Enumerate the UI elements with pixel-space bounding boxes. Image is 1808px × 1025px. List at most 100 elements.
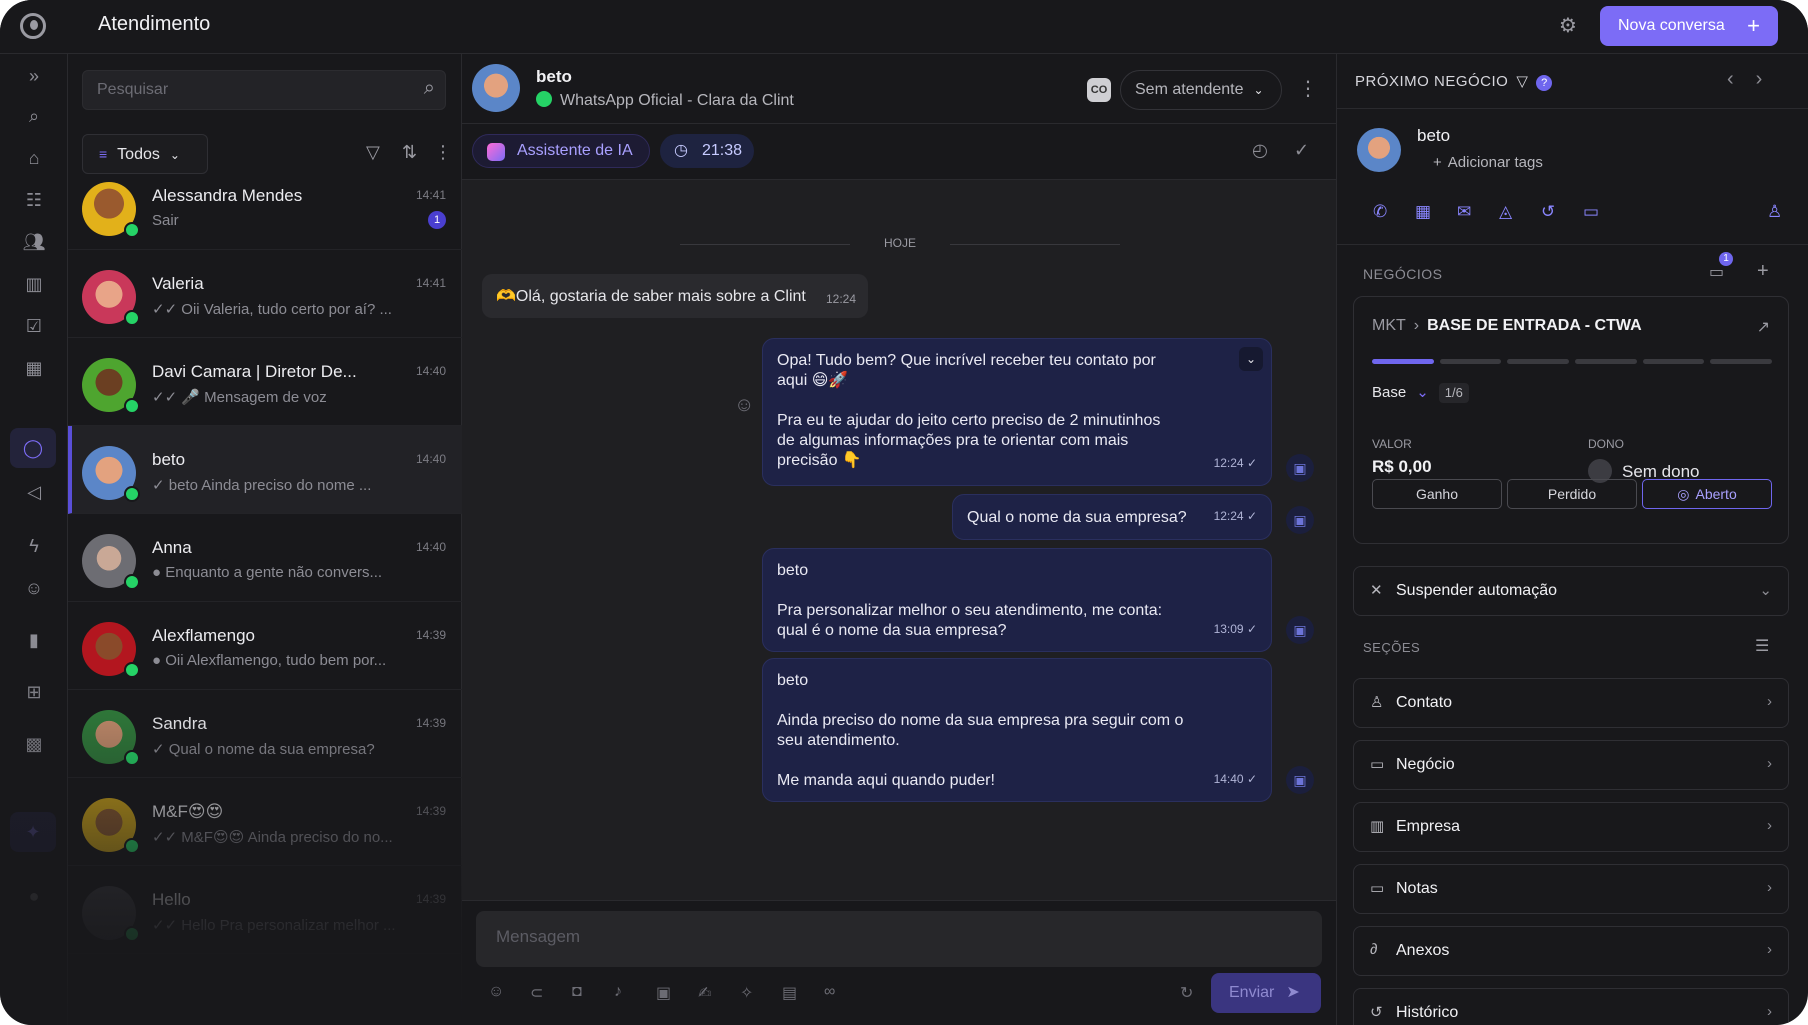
- section-label: Negócio: [1396, 756, 1455, 773]
- avatar[interactable]: [472, 64, 520, 112]
- mail-icon[interactable]: ✉: [1457, 202, 1471, 222]
- section-deal[interactable]: ▭ Negócio ›: [1353, 740, 1789, 790]
- emoji-icon[interactable]: ☺: [488, 983, 504, 1001]
- more-icon[interactable]: ⋮: [1298, 76, 1318, 101]
- conversation-preview: ✓✓ 🎤 Mensagem de voz: [152, 389, 327, 406]
- help-icon[interactable]: ?: [1536, 75, 1553, 91]
- home-icon[interactable]: ⌂: [22, 146, 46, 170]
- section-attachments[interactable]: ∂ Anexos ›: [1353, 926, 1789, 976]
- person-icon[interactable]: ♙: [1767, 202, 1782, 222]
- camera-icon[interactable]: ◘: [572, 983, 582, 1001]
- link-icon[interactable]: ∞: [824, 983, 835, 1001]
- stage-step: 1/6: [1438, 383, 1469, 403]
- search-icon[interactable]: ⌕: [22, 104, 46, 128]
- list-item[interactable]: M&F😍😍 14:39 ✓✓ M&F😍😍 Ainda preciso do no…: [68, 778, 462, 866]
- section-contact[interactable]: ♙ Contato ›: [1353, 678, 1789, 728]
- tasks-icon[interactable]: ☑: [22, 314, 46, 338]
- timer-button[interactable]: ◷ 21:38: [660, 134, 754, 168]
- search-icon[interactable]: ⌕: [424, 77, 435, 100]
- message-thread: HOJE 🫶Olá, gostaria de saber mais sobre …: [462, 180, 1336, 900]
- emoji-icon[interactable]: ☺: [734, 394, 754, 417]
- ai-icon: [487, 143, 505, 161]
- sections-label: SEÇÕES: [1363, 640, 1421, 655]
- add-deal-icon[interactable]: +: [1757, 260, 1769, 283]
- kanban-icon[interactable]: ☷: [22, 188, 46, 212]
- chevron-left-icon[interactable]: ‹: [1727, 68, 1756, 90]
- list-item[interactable]: Davi Camara | Diretor De... 14:40 ✓✓ 🎤 M…: [68, 338, 462, 426]
- funnel-icon[interactable]: ▽: [366, 142, 380, 163]
- open-button[interactable]: ◎ Aberto: [1642, 479, 1772, 509]
- apps-icon[interactable]: ⊞: [22, 680, 46, 704]
- list-item[interactable]: Hello 14:39 ✓✓ Hello Pra personalizar me…: [68, 866, 462, 954]
- deal-sidebar: PRÓXIMO NEGÓCIO ▽? ‹› beto + Adicionar tag…: [1336, 54, 1808, 1025]
- new-conversation-button[interactable]: Nova conversa +: [1600, 6, 1778, 46]
- section-history[interactable]: ↺ Histórico ›: [1353, 988, 1789, 1025]
- sort-icon[interactable]: ⇅: [402, 142, 417, 163]
- search-input[interactable]: Pesquisar ⌕: [82, 70, 446, 110]
- bar-chart-icon[interactable]: ▮: [22, 628, 46, 652]
- conversation-time: 14:41: [415, 276, 446, 290]
- deal-card[interactable]: MKT › BASE DE ENTRADA - CTWA ↗ Base ⌄ 1/6 VA…: [1353, 296, 1789, 544]
- attendant-label: Sem atendente: [1135, 81, 1244, 98]
- section-notes[interactable]: ▭ Notas ›: [1353, 864, 1789, 914]
- chat-icon[interactable]: ◯: [10, 428, 56, 468]
- sliders-icon[interactable]: ☰: [1755, 636, 1769, 656]
- whatsapp-icon: [124, 750, 140, 766]
- send-button[interactable]: Enviar ➤: [1211, 973, 1321, 1013]
- send-icon: ➤: [1286, 984, 1300, 1001]
- list-item[interactable]: Anna 14:40 ● Enquanto a gente não conver…: [68, 514, 462, 602]
- attendant-dropdown[interactable]: Sem atendente ⌄: [1120, 70, 1282, 110]
- template-icon[interactable]: ▣: [656, 983, 671, 1003]
- stage-progress: [1372, 359, 1773, 364]
- list-item[interactable]: Valeria 14:41 ✓✓ Oii Valeria, tudo certo…: [68, 250, 462, 338]
- stage-selector[interactable]: Base ⌄ 1/6: [1372, 383, 1469, 403]
- person-icon[interactable]: ●: [22, 884, 46, 908]
- expand-icon[interactable]: »: [22, 64, 46, 88]
- message-input[interactable]: Mensagem: [476, 911, 1322, 967]
- clint-logo-icon[interactable]: [20, 13, 46, 39]
- chat-channel: WhatsApp Oficial - Clara da Clint: [536, 91, 794, 110]
- microphone-icon[interactable]: ♪: [614, 983, 622, 1001]
- whatsapp-icon: [124, 662, 140, 678]
- incoming-message: 🫶Olá, gostaria de saber mais sobre a Cli…: [482, 274, 868, 318]
- section-company[interactable]: ▥ Empresa ›: [1353, 802, 1789, 852]
- calendar-icon[interactable]: ▦: [1415, 202, 1431, 222]
- building-icon[interactable]: ▥: [22, 272, 46, 296]
- list-item-selected[interactable]: beto 14:40 ✓ beto Ainda preciso do nome …: [68, 426, 462, 514]
- chevron-right-icon: ›: [1767, 693, 1772, 710]
- sparkle-icon[interactable]: ✦: [10, 812, 56, 852]
- chevron-down-icon: ⌄: [1253, 83, 1264, 97]
- users-icon[interactable]: 👥︎: [22, 230, 46, 254]
- grid-icon[interactable]: ▩: [22, 732, 46, 756]
- won-button[interactable]: Ganho: [1372, 479, 1502, 509]
- gear-icon[interactable]: ⚙: [1556, 14, 1580, 38]
- more-icon[interactable]: ⋮: [434, 142, 452, 163]
- robot-icon[interactable]: ☺: [22, 576, 46, 600]
- attachment-icon[interactable]: ⊂: [530, 983, 543, 1003]
- document-icon[interactable]: ▤: [782, 983, 797, 1003]
- list-item[interactable]: Alexflamengo 14:39 ● Oii Alexflamengo, t…: [68, 602, 462, 690]
- megaphone-icon[interactable]: ◁: [22, 480, 46, 504]
- phone-icon[interactable]: ✆: [1373, 202, 1387, 222]
- suspend-automation-label: Suspender automação: [1396, 582, 1557, 599]
- ai-assistant-button[interactable]: Assistente de IA: [472, 134, 650, 168]
- lost-button[interactable]: Perdido: [1507, 479, 1637, 509]
- list-item[interactable]: Alessandra Mendes 14:41 Sair 1: [68, 162, 462, 250]
- lightning-icon[interactable]: ϟ: [22, 534, 46, 558]
- chevron-right-icon[interactable]: ›: [1756, 68, 1785, 90]
- snooze-icon[interactable]: ◴: [1252, 140, 1268, 161]
- funnel-icon[interactable]: ▽: [1516, 73, 1528, 90]
- lightbulb-icon[interactable]: ✧: [740, 983, 753, 1003]
- suspend-automation-row[interactable]: ✕ Suspender automação ⌄: [1353, 566, 1789, 616]
- check-circle-icon[interactable]: ✓: [1294, 140, 1309, 161]
- bell-icon[interactable]: ◬: [1499, 202, 1512, 222]
- history-icon[interactable]: ↺: [1541, 202, 1555, 222]
- signature-icon[interactable]: ✍: [698, 983, 711, 1003]
- schedule-icon[interactable]: ↻: [1180, 983, 1193, 1003]
- external-link-icon[interactable]: ↗: [1757, 317, 1770, 337]
- add-tags-button[interactable]: + Adicionar tags: [1433, 154, 1543, 171]
- calendar-icon[interactable]: ▦: [22, 356, 46, 380]
- list-item[interactable]: Sandra 14:39 ✓ Qual o nome da sua empres…: [68, 690, 462, 778]
- note-icon[interactable]: ▭: [1583, 202, 1599, 222]
- chevron-down-icon[interactable]: ⌄: [1239, 347, 1263, 371]
